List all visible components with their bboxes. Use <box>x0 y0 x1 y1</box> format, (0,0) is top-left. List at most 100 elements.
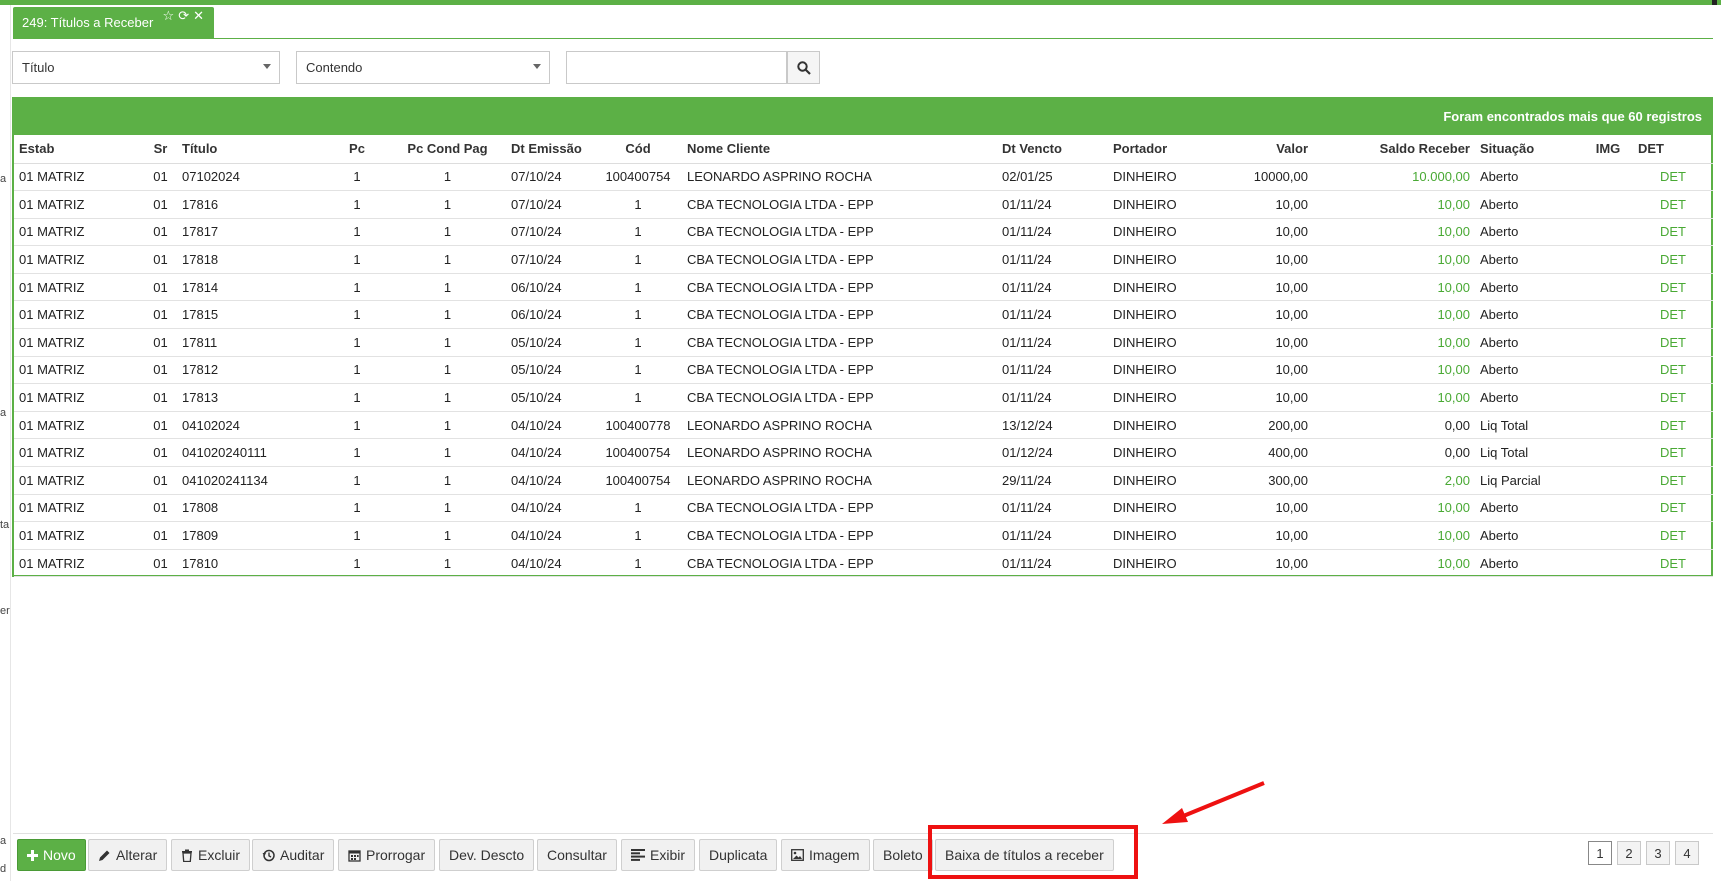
alterar-button[interactable]: Alterar <box>88 839 168 871</box>
column-header[interactable]: Pc Cond Pag <box>389 135 506 164</box>
auditar-button-label: Auditar <box>280 847 325 863</box>
table-row[interactable]: 01 MATRIZ 01 17811 1 1 05/10/24 1 CBA TECNOLOGI… <box>14 328 1713 357</box>
table-cell: 01 MATRIZ <box>14 356 144 385</box>
search-button[interactable] <box>787 51 820 84</box>
table-cell: Liq Parcial <box>1475 466 1583 495</box>
history-icon <box>262 849 275 861</box>
table-row[interactable]: 01 MATRIZ 01 041020240111 1 1 04/10/24 1004007… <box>14 438 1713 468</box>
table-cell: 05/10/24 <box>506 383 594 412</box>
table-cell: DINHEIRO <box>1108 328 1208 357</box>
page-1-button[interactable]: 1 <box>1588 841 1612 865</box>
table-cell: 1 <box>389 411 506 440</box>
page-2-button[interactable]: 2 <box>1617 841 1641 865</box>
close-icon[interactable]: ✕ <box>193 8 208 23</box>
det-link[interactable]: DET <box>1633 163 1713 192</box>
det-link[interactable]: DET <box>1633 383 1713 412</box>
table-cell: DINHEIRO <box>1108 356 1208 385</box>
search-input[interactable] <box>566 51 787 84</box>
det-link[interactable]: DET <box>1633 245 1713 274</box>
operator-select[interactable]: Contendo <box>296 51 550 84</box>
table-cell: 10,00 <box>1313 356 1475 385</box>
column-header[interactable]: Dt Emissão <box>506 135 594 164</box>
operator-select-value: Contendo <box>306 60 363 75</box>
annotation-highlight-box <box>928 825 1138 879</box>
det-link[interactable]: DET <box>1633 521 1713 550</box>
table-row[interactable]: 01 MATRIZ 01 17815 1 1 06/10/24 1 CBA TECNOLOGI… <box>14 300 1713 330</box>
table-row[interactable]: 01 MATRIZ 01 07102024 1 1 07/10/24 100400754 LE… <box>14 163 1713 192</box>
column-header[interactable]: Sr <box>144 135 177 164</box>
prorrogar-button[interactable]: Prorrogar <box>338 839 436 871</box>
table-row[interactable]: 01 MATRIZ 01 17812 1 1 05/10/24 1 CBA TECNOLOGI… <box>14 356 1713 385</box>
table-cell <box>1583 549 1633 578</box>
det-link[interactable]: DET <box>1633 411 1713 440</box>
det-link[interactable]: DET <box>1633 328 1713 357</box>
table-cell: 01 <box>144 411 177 440</box>
table-row[interactable]: 01 MATRIZ 01 17816 1 1 07/10/24 1 CBA TECNOLOGI… <box>14 190 1713 219</box>
det-link[interactable]: DET <box>1633 190 1713 219</box>
table-cell: LEONARDO ASPRINO ROCHA <box>682 411 997 440</box>
table-cell: 01 <box>144 521 177 550</box>
table-cell: 10,00 <box>1313 383 1475 412</box>
page-number: 3 <box>1654 845 1662 861</box>
table-cell: 01 MATRIZ <box>14 273 144 302</box>
imagem-button[interactable]: Imagem <box>781 839 870 871</box>
column-header[interactable]: Dt Vencto <box>997 135 1108 164</box>
exibir-button[interactable]: Exibir <box>621 839 696 871</box>
table-row[interactable]: 01 MATRIZ 01 17810 1 1 04/10/24 1 CBA TECNOLOGI… <box>14 549 1713 578</box>
det-link[interactable]: DET <box>1633 494 1713 523</box>
table-row[interactable]: 01 MATRIZ 01 17814 1 1 06/10/24 1 CBA TECNOLOGI… <box>14 273 1713 302</box>
consultar-button[interactable]: Consultar <box>537 839 617 871</box>
table-cell: 01/11/24 <box>997 549 1108 578</box>
auditar-button[interactable]: Auditar <box>252 839 335 871</box>
column-header[interactable]: Cód <box>594 135 682 164</box>
table-cell: 01/11/24 <box>997 218 1108 247</box>
dev-descto-button[interactable]: Dev. Descto <box>439 839 535 871</box>
table-cell: 01 <box>144 218 177 247</box>
column-header[interactable]: Título <box>177 135 325 164</box>
table-cell: 1 <box>389 438 506 468</box>
table-row[interactable]: 01 MATRIZ 01 17817 1 1 07/10/24 1 CBA TECNOLOGI… <box>14 218 1713 247</box>
star-icon[interactable]: ☆ <box>163 8 179 23</box>
column-header[interactable]: Situação <box>1475 135 1583 164</box>
table-row[interactable]: 01 MATRIZ 01 17813 1 1 05/10/24 1 CBA TECNOLOGI… <box>14 383 1713 412</box>
column-header[interactable]: DET <box>1633 135 1713 164</box>
field-select[interactable]: Título <box>12 51 280 84</box>
refresh-icon[interactable]: ⟳ <box>178 8 193 23</box>
table-cell <box>1583 383 1633 412</box>
table-cell <box>1583 466 1633 495</box>
duplicata-button-label: Duplicata <box>709 847 768 863</box>
table-row[interactable]: 01 MATRIZ 01 17808 1 1 04/10/24 1 CBA TECNOLOGI… <box>14 494 1713 523</box>
det-link[interactable]: DET <box>1633 356 1713 385</box>
column-header[interactable]: Estab <box>14 135 144 164</box>
excluir-button-label: Excluir <box>198 847 241 863</box>
table-cell: Liq Total <box>1475 411 1583 440</box>
page-3-button[interactable]: 3 <box>1646 841 1670 865</box>
det-link[interactable]: DET <box>1633 300 1713 330</box>
table-row[interactable]: 01 MATRIZ 01 17809 1 1 04/10/24 1 CBA TECNOLOGI… <box>14 521 1713 550</box>
det-link[interactable]: DET <box>1633 549 1713 578</box>
table-cell: 01/11/24 <box>997 521 1108 550</box>
det-link[interactable]: DET <box>1633 466 1713 495</box>
column-header[interactable]: IMG <box>1583 135 1633 164</box>
boleto-button[interactable]: Boleto <box>873 839 933 871</box>
tab-titulos-a-receber[interactable]: 249: Títulos a Receber ☆⟳✕ <box>13 7 214 38</box>
table-row[interactable]: 01 MATRIZ 01 17818 1 1 07/10/24 1 CBA TECNOLOGI… <box>14 245 1713 274</box>
det-link[interactable]: DET <box>1633 218 1713 247</box>
table-cell: 10,00 <box>1313 273 1475 302</box>
column-header[interactable]: Portador <box>1108 135 1208 164</box>
table-row[interactable]: 01 MATRIZ 01 04102024 1 1 04/10/24 100400778 LE… <box>14 411 1713 440</box>
column-header[interactable]: Saldo Receber <box>1313 135 1475 164</box>
page-4-button[interactable]: 4 <box>1675 841 1699 865</box>
duplicata-button[interactable]: Duplicata <box>699 839 778 871</box>
novo-button[interactable]: Novo <box>17 839 86 871</box>
excluir-button[interactable]: Excluir <box>171 839 251 871</box>
dev-descto-button-label: Dev. Descto <box>449 847 525 863</box>
det-link[interactable]: DET <box>1633 438 1713 468</box>
column-header[interactable]: Pc <box>325 135 389 164</box>
table-cell: Aberto <box>1475 521 1583 550</box>
column-header[interactable]: Valor <box>1208 135 1313 164</box>
det-link[interactable]: DET <box>1633 273 1713 302</box>
column-header[interactable]: Nome Cliente <box>682 135 997 164</box>
imagem-button-label: Imagem <box>809 847 860 863</box>
table-row[interactable]: 01 MATRIZ 01 041020241134 1 1 04/10/24 1004007… <box>14 466 1713 495</box>
